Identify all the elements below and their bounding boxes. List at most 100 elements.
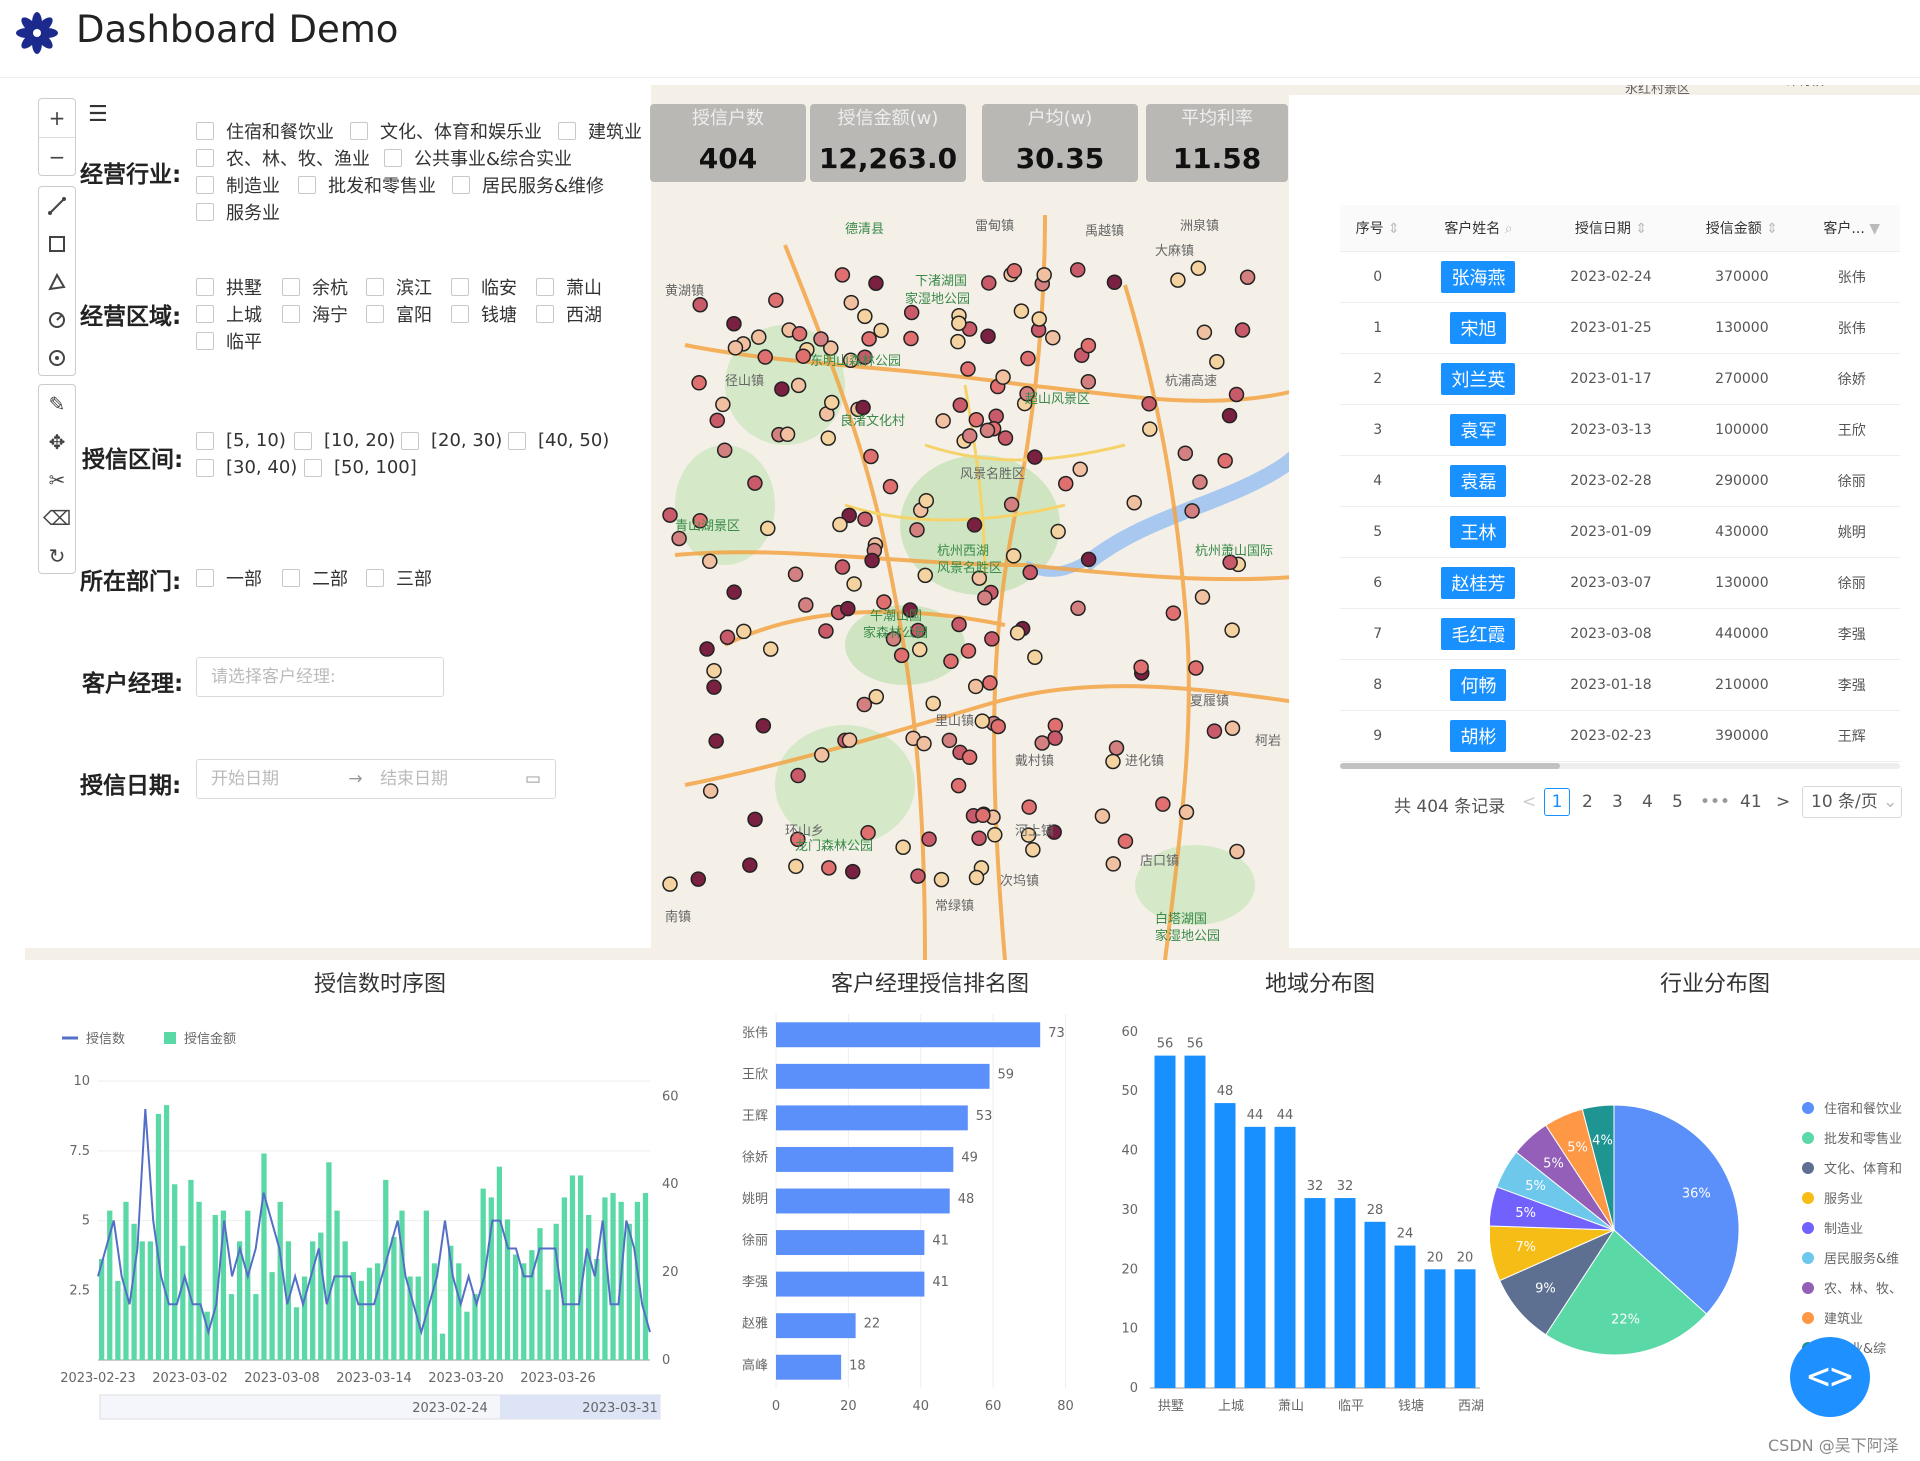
checkbox-region[interactable]: 临平 bbox=[196, 328, 262, 354]
checkbox-credit-range[interactable]: [30, 40) bbox=[196, 457, 297, 478]
table-row[interactable]: 4 袁磊 2023-02-28 290000 徐丽 bbox=[1340, 455, 1900, 507]
checkbox-region[interactable]: 西湖 bbox=[536, 301, 602, 327]
customer-name-tag[interactable]: 毛红霞 bbox=[1441, 617, 1516, 650]
customer-name-tag[interactable]: 胡彬 bbox=[1450, 719, 1507, 752]
checkbox-industry[interactable]: 批发和零售业 bbox=[298, 172, 436, 198]
amount-bar bbox=[163, 1105, 170, 1360]
pagination-next[interactable]: > bbox=[1776, 792, 1790, 812]
zoom-out-button[interactable]: − bbox=[39, 137, 75, 175]
checkbox-credit-range[interactable]: [20, 30) bbox=[401, 430, 502, 451]
map-marker bbox=[742, 857, 758, 873]
timeseries-chart[interactable]: 授信数 授信金额 2.5 5 7.5 10 0 20 40 60 2023-02-23 2023-03… bbox=[30, 1010, 690, 1450]
checkbox-credit-range[interactable]: [40, 50) bbox=[508, 430, 609, 451]
checkbox-department[interactable]: 一部 bbox=[196, 565, 262, 591]
checkbox-industry[interactable]: 制造业 bbox=[196, 172, 280, 198]
checkbox-credit-range[interactable]: [50, 100] bbox=[304, 457, 417, 478]
checkbox-industry[interactable]: 农、林、牧、渔业 bbox=[196, 145, 370, 171]
col-header-amount[interactable]: 授信金额 ⇕ bbox=[1680, 205, 1804, 252]
ranking-chart[interactable]: 0 20 40 60 80 张伟 73 王欣 59 王辉 53 徐娇 49 姚明 48 徐丽 41 李强 41 赵雅 2… bbox=[720, 1000, 1090, 1420]
checkbox-credit-range[interactable]: [5, 10) bbox=[196, 430, 286, 451]
legend-label: 批发和零售业 bbox=[1824, 1131, 1902, 1147]
rotate-icon[interactable]: ↻ bbox=[39, 537, 75, 575]
eraser-icon[interactable]: ⌫ bbox=[39, 499, 75, 537]
customer-name-tag[interactable]: 赵桂芳 bbox=[1441, 566, 1516, 599]
checkbox-region[interactable]: 海宁 bbox=[282, 301, 348, 327]
region-chart[interactable]: 0 10 20 30 40 50 60 56 拱墅 56 48 上城 44 44 萧山 32 32 临平 28 24 钱… bbox=[1110, 1000, 1490, 1420]
pagination-page[interactable]: 2 bbox=[1582, 792, 1593, 812]
customer-name-tag[interactable]: 张海燕 bbox=[1441, 260, 1516, 293]
start-date-input[interactable]: 开始日期 bbox=[211, 769, 279, 789]
map-marker bbox=[935, 413, 951, 429]
manager-select[interactable]: 请选择客户经理: bbox=[196, 657, 444, 697]
table-row[interactable]: 8 何畅 2023-01-18 210000 李强 bbox=[1340, 659, 1900, 711]
customer-name-tag[interactable]: 袁军 bbox=[1450, 413, 1507, 446]
pagination-ellipsis[interactable]: ••• bbox=[1700, 792, 1730, 812]
table-row[interactable]: 9 胡彬 2023-02-23 390000 王辉 bbox=[1340, 710, 1900, 762]
table-row[interactable]: 1 宋旭 2023-01-25 130000 张伟 bbox=[1340, 302, 1900, 354]
draw-point-icon[interactable] bbox=[39, 339, 75, 377]
table-row[interactable]: 7 毛红霞 2023-03-08 440000 李强 bbox=[1340, 608, 1900, 660]
col-header-date[interactable]: 授信日期 ⇕ bbox=[1541, 205, 1681, 252]
table-row[interactable]: 3 袁军 2023-03-13 100000 王欣 bbox=[1340, 404, 1900, 456]
table-row[interactable]: 2 刘兰英 2023-01-17 270000 徐娇 bbox=[1340, 353, 1900, 405]
table-row[interactable]: 6 赵桂芳 2023-03-07 130000 徐丽 bbox=[1340, 557, 1900, 609]
checkbox-industry[interactable]: 居民服务&维修 bbox=[452, 172, 604, 198]
code-toggle-button[interactable]: <> bbox=[1790, 1337, 1870, 1417]
draw-rectangle-icon[interactable] bbox=[39, 225, 75, 263]
pin-icon[interactable]: ✎ bbox=[39, 385, 75, 423]
col-header-name[interactable]: 客户姓名 ⌕ bbox=[1415, 205, 1542, 252]
end-date-input[interactable]: 结束日期 bbox=[380, 769, 448, 789]
checkbox-industry[interactable]: 建筑业 bbox=[558, 118, 642, 144]
checkbox-region[interactable]: 萧山 bbox=[536, 274, 602, 300]
col-header-manager[interactable]: 客户... ▼ bbox=[1803, 205, 1900, 252]
pagination-page[interactable]: 1 bbox=[1544, 788, 1570, 816]
pagination-page[interactable]: 41 bbox=[1740, 792, 1762, 812]
date-range-picker[interactable]: 开始日期 → 结束日期 ▭ bbox=[196, 759, 556, 799]
col-header-index[interactable]: 序号 ⇕ bbox=[1340, 205, 1416, 252]
map-marker bbox=[951, 616, 967, 633]
checkbox-region[interactable]: 富阳 bbox=[366, 301, 432, 327]
checkbox-region[interactable]: 钱塘 bbox=[451, 301, 517, 327]
draw-line-icon[interactable] bbox=[39, 187, 75, 225]
checkbox-industry[interactable]: 公共事业&综合实业 bbox=[384, 145, 572, 171]
checkbox-industry[interactable]: 服务业 bbox=[196, 199, 280, 225]
draw-polygon-icon[interactable] bbox=[39, 263, 75, 301]
pagination-prev[interactable]: < bbox=[1522, 792, 1536, 812]
checkbox-industry[interactable]: 住宿和餐饮业 bbox=[196, 118, 334, 144]
cell-date: 2023-01-18 bbox=[1541, 659, 1681, 711]
map-marker bbox=[706, 679, 722, 695]
table-scrollbar[interactable] bbox=[1340, 763, 1900, 769]
customer-name-tag[interactable]: 袁磊 bbox=[1450, 464, 1507, 497]
map-marker bbox=[1221, 407, 1238, 424]
checkbox-region[interactable]: 余杭 bbox=[282, 274, 348, 300]
customer-name-tag[interactable]: 宋旭 bbox=[1450, 311, 1507, 344]
checkbox-credit-range[interactable]: [10, 20) bbox=[294, 430, 395, 451]
table-row[interactable]: 0 张海燕 2023-02-24 370000 张伟 bbox=[1340, 251, 1900, 303]
checkbox-region[interactable]: 拱墅 bbox=[196, 274, 262, 300]
page-size-select[interactable]: 10 条/页 ⌄ bbox=[1802, 786, 1902, 818]
checkbox-region[interactable]: 临安 bbox=[451, 274, 517, 300]
pagination-page[interactable]: 4 bbox=[1642, 792, 1653, 812]
pagination-page[interactable]: 5 bbox=[1672, 792, 1683, 812]
pagination-page[interactable]: 3 bbox=[1612, 792, 1623, 812]
move-icon[interactable]: ✥ bbox=[39, 423, 75, 461]
left-panel-toggle-icon[interactable]: ☰ bbox=[88, 102, 108, 127]
customer-name-tag[interactable]: 何畅 bbox=[1450, 668, 1507, 701]
cut-icon[interactable]: ✂ bbox=[39, 461, 75, 499]
checkbox-department[interactable]: 三部 bbox=[366, 565, 432, 591]
map-marker bbox=[961, 749, 978, 766]
checkbox-region[interactable]: 滨江 bbox=[366, 274, 432, 300]
map-marker bbox=[719, 629, 736, 645]
customer-name-tag[interactable]: 刘兰英 bbox=[1441, 362, 1516, 395]
zoom-in-button[interactable]: + bbox=[39, 99, 75, 137]
checkbox-region[interactable]: 上城 bbox=[196, 301, 262, 327]
map-marker bbox=[820, 430, 837, 446]
draw-circle-icon[interactable] bbox=[39, 301, 75, 339]
table-row[interactable]: 5 王林 2023-01-09 430000 姚明 bbox=[1340, 506, 1900, 558]
map-marker bbox=[790, 377, 807, 394]
customer-name-tag[interactable]: 王林 bbox=[1450, 515, 1507, 548]
map-label: 家湿地公园 bbox=[905, 291, 970, 307]
cell-manager: 徐丽 bbox=[1803, 455, 1900, 507]
checkbox-industry[interactable]: 文化、体育和娱乐业 bbox=[350, 118, 542, 144]
checkbox-department[interactable]: 二部 bbox=[282, 565, 348, 591]
